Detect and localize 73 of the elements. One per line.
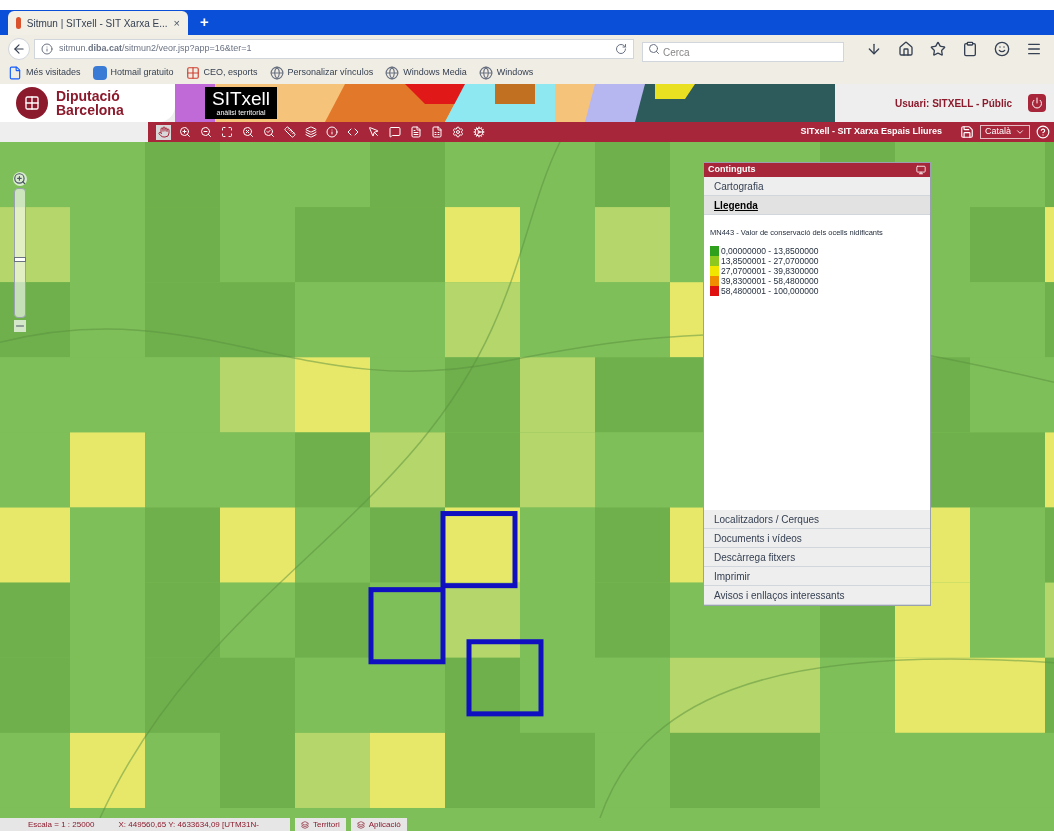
save-icon[interactable] [960, 125, 974, 139]
bookmark-link[interactable]: CEO, esports [203, 66, 258, 80]
new-tab-button[interactable]: + [188, 11, 221, 34]
legend-label: 13,8500001 - 27,0700000 [721, 256, 819, 267]
scale-label: Escala = 1 : 25000 [28, 818, 95, 831]
org-name-line: Diputació [56, 89, 120, 103]
panel-title: Continguts [708, 163, 756, 177]
bookmark-link[interactable]: Més visitades [26, 66, 81, 80]
favicon-icon [16, 17, 21, 29]
toolbar-title: SITxell - SIT Xarxa Espais Lliures [800, 125, 942, 139]
legend-label: 58,4800001 - 100,000000 [721, 286, 819, 297]
cog-icon[interactable] [471, 124, 486, 140]
status-tab[interactable]: Aplicació [350, 818, 407, 831]
slider-thumb[interactable] [13, 257, 26, 263]
home-icon[interactable] [898, 40, 914, 57]
app-logo: SITxell [211, 89, 271, 109]
page-icon [8, 66, 22, 80]
legend-label: 27,0700001 - 39,8300000 [721, 266, 819, 277]
coordinates-label: X: 449560,65 Y: 4633634,09 [UTM31N- [118, 818, 259, 831]
gear-icon[interactable] [450, 124, 465, 140]
star-icon[interactable] [930, 40, 946, 57]
legend-label: 0,00000000 - 13,8500000 [721, 246, 819, 257]
panel-section-header[interactable]: Imprimir [704, 567, 930, 586]
info-icon [41, 42, 53, 55]
help-icon[interactable] [1036, 125, 1050, 139]
reload-icon[interactable] [615, 42, 627, 55]
zoom-slider[interactable] [13, 188, 26, 318]
emblem-icon [16, 87, 48, 119]
comment-icon[interactable] [387, 124, 402, 140]
panel-section-header[interactable]: Avisos i enllaços interessants [704, 586, 930, 605]
info-icon[interactable] [324, 124, 339, 140]
smiley-icon[interactable] [994, 40, 1010, 57]
globe-icon [385, 66, 400, 80]
caret-icon [1015, 127, 1025, 137]
bookmark-link[interactable]: Windows Media [403, 66, 467, 80]
address-field[interactable]: sitmun.diba.cat/sitmun2/veor.jsp?app=16&ter=1 [34, 38, 634, 59]
clipboard-icon[interactable] [962, 40, 978, 57]
bookmark-link[interactable]: Windows [496, 66, 534, 80]
language-select[interactable]: Català [980, 125, 1030, 139]
back-arrow-icon [12, 41, 26, 56]
zoom-out-icon[interactable] [198, 124, 213, 140]
url-text: sitmun.diba.cat/sitmun2/veor.jsp?app=16&ter=1 [59, 41, 252, 55]
sheet-icon[interactable] [429, 124, 444, 140]
panel-section-header[interactable]: Localitzadors / Cerques [704, 510, 930, 529]
bookmark-link[interactable]: Personalizar vínculos [287, 66, 374, 80]
tab-title: Sitmun | SITxell - SIT Xarxa E... [26, 16, 168, 31]
user-label: Usuari: SITXELL - Públic [894, 96, 1012, 111]
panel-section-header[interactable]: Cartografia [704, 177, 930, 196]
document-icon[interactable] [408, 124, 423, 140]
bookmark-link[interactable]: Hotmail gratuito [110, 66, 174, 80]
logout-button[interactable] [1028, 94, 1046, 112]
layers-icon [301, 820, 309, 829]
grid-icon [185, 66, 200, 80]
panel-section-header[interactable]: Descàrrega fitxers [704, 548, 930, 567]
panel-section-header[interactable]: Documents i vídeos [704, 529, 930, 548]
browser-tab[interactable]: Sitmun | SITxell - SIT Xarxa E... × [8, 11, 188, 35]
globe-icon [478, 66, 493, 80]
legend-label: 39,8300001 - 58,4800000 [721, 276, 819, 287]
back-button[interactable] [8, 37, 30, 60]
ruler-icon[interactable] [282, 124, 297, 140]
search-field[interactable]: Cerca [642, 42, 844, 62]
hand-icon[interactable] [156, 124, 171, 140]
globe-icon [269, 66, 284, 80]
layers-icon[interactable] [303, 124, 318, 140]
tab-close[interactable]: × [173, 14, 180, 32]
search-icon [648, 42, 660, 55]
pointer-icon[interactable] [366, 124, 381, 140]
zoom-in-icon[interactable] [177, 124, 192, 140]
panel-section-header[interactable]: Llegenda [704, 196, 930, 215]
layers-icon [356, 820, 365, 829]
status-tab[interactable]: Territori [295, 818, 346, 831]
extent-icon[interactable] [219, 124, 234, 140]
org-name-line: Barcelona [56, 103, 124, 117]
